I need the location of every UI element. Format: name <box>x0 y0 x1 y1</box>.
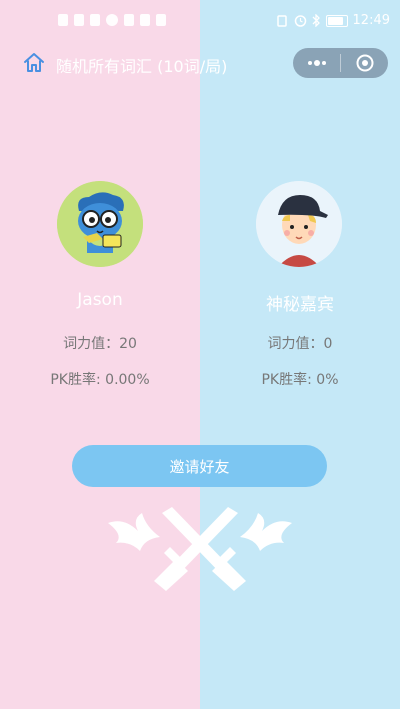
pk-value: 0% <box>316 372 339 388</box>
status-bar: 12:49 <box>0 0 400 44</box>
more-icon <box>307 60 326 66</box>
avatar <box>57 181 143 267</box>
player-name-left: Jason <box>77 290 123 310</box>
system-icons: 12:49 <box>275 13 390 28</box>
crossed-swords-icon <box>108 507 292 591</box>
player-name-right: 神秘嘉宾 <box>266 295 334 315</box>
invite-friends-button[interactable]: 邀请好友 <box>72 445 327 487</box>
player-pk-rate-left: PK胜率: 0.00% <box>0 369 200 389</box>
vibrate-icon <box>276 14 287 27</box>
player-pk-rate-right: PK胜率: 0% <box>200 369 400 389</box>
close-circle-icon <box>356 54 373 72</box>
player-power-left: 词力值：20 <box>0 333 200 353</box>
notification-icon <box>90 14 100 26</box>
status-time: 12:49 <box>352 13 390 28</box>
close-button[interactable] <box>341 48 388 78</box>
home-icon[interactable] <box>22 51 46 75</box>
alarm-icon <box>294 15 306 27</box>
left-panel-background <box>0 0 200 709</box>
notification-icon <box>156 14 166 26</box>
notification-icon <box>74 14 84 26</box>
power-label: 词力值： <box>63 336 120 352</box>
navigation-bar: 随机所有词汇 (10词/局) <box>0 44 400 84</box>
notification-icons <box>58 14 166 26</box>
player-avatar-left <box>57 181 143 267</box>
power-value: 20 <box>119 336 137 352</box>
power-label: 词力值： <box>267 336 324 352</box>
miniprogram-capsule <box>293 48 388 78</box>
page-title: 随机所有词汇 (10词/局) <box>56 57 228 76</box>
battery-icon <box>325 14 348 27</box>
notification-icon <box>140 14 150 26</box>
right-panel-background <box>200 0 400 709</box>
player-avatar-right <box>256 181 342 267</box>
notification-icon <box>124 14 134 26</box>
more-button[interactable] <box>293 48 340 78</box>
pk-value: 0.00% <box>105 372 150 388</box>
pk-label: PK胜率: <box>50 372 106 388</box>
notification-icon <box>58 14 68 26</box>
pk-label: PK胜率: <box>261 372 317 388</box>
player-power-right: 词力值：0 <box>200 333 400 353</box>
power-value: 0 <box>323 336 333 352</box>
avatar <box>256 181 342 267</box>
bluetooth-icon <box>312 14 320 27</box>
notification-icon <box>106 14 118 26</box>
